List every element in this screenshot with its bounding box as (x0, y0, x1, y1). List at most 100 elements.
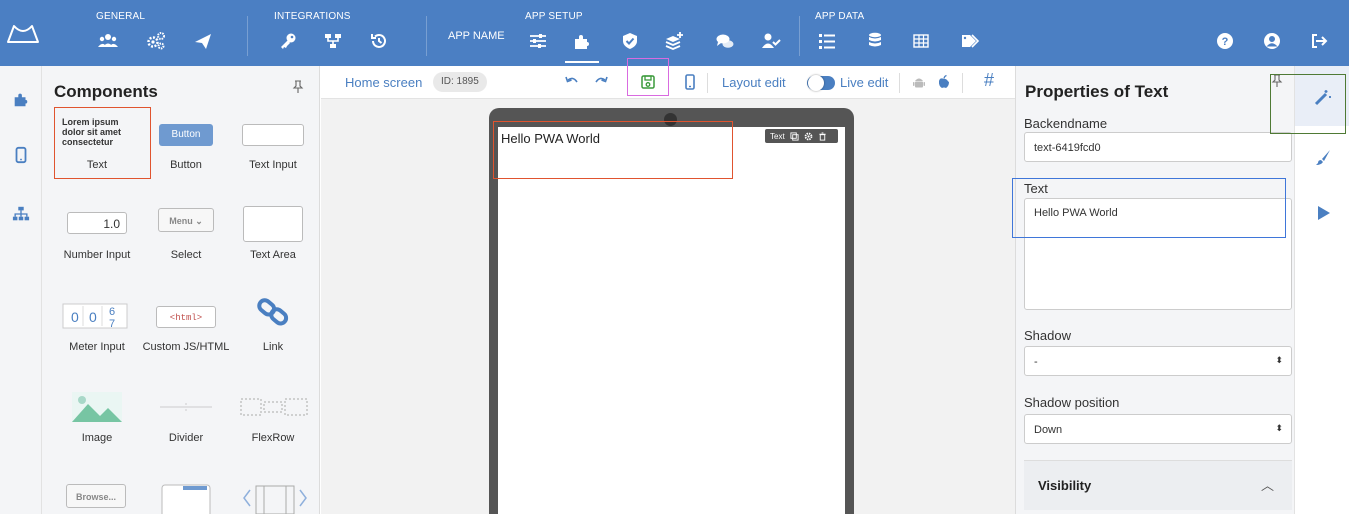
users-icon[interactable] (95, 28, 121, 54)
brush-icon[interactable] (1312, 146, 1334, 168)
components-title: Components (54, 82, 158, 101)
paper-plane-icon[interactable] (190, 28, 216, 54)
backendname-label: Backendname (1024, 116, 1108, 131)
trash-icon[interactable] (818, 131, 827, 141)
container-preview (161, 484, 211, 514)
component-button[interactable]: Button Button (141, 112, 231, 180)
component-custom-html[interactable]: <html> Custom JS/HTML (141, 302, 231, 370)
component-meter-input[interactable]: 0 0 6 7 Meter Input (52, 302, 142, 370)
app-name-link[interactable]: APP NAME (448, 30, 505, 42)
database-icon[interactable] (862, 28, 888, 54)
pin-icon[interactable] (292, 80, 304, 94)
browse-preview: Browse... (66, 484, 126, 508)
history-icon[interactable] (366, 28, 392, 54)
live-edit-label[interactable]: Live edit (840, 75, 888, 90)
mobile-preview-icon[interactable] (680, 72, 700, 92)
left-rail (0, 66, 42, 514)
list-icon[interactable] (814, 28, 840, 54)
component-divider[interactable]: Divider (141, 392, 231, 452)
undo-icon[interactable] (562, 72, 582, 92)
screen-name-link[interactable]: Home screen (345, 75, 422, 90)
puzzle-icon[interactable] (9, 87, 33, 111)
shadow-select[interactable]: - ⬍ (1024, 346, 1292, 376)
html-preview: <html> (156, 306, 216, 328)
tags-icon[interactable] (957, 28, 983, 54)
copy-icon[interactable] (790, 131, 799, 141)
nav-group-app-data: APP DATA (815, 11, 865, 22)
element-type-label: Text (770, 131, 785, 141)
table-icon[interactable] (908, 28, 934, 54)
component-image[interactable]: Image (52, 392, 142, 452)
chat-icon[interactable] (712, 28, 738, 54)
meter-preview: 0 0 6 7 (62, 302, 128, 330)
component-label: Button (170, 159, 202, 171)
shadow-value: - (1034, 356, 1038, 368)
component-link[interactable]: Link (228, 298, 318, 370)
component-carousel[interactable] (228, 480, 318, 514)
select-preview-text: Menu (169, 216, 193, 226)
logout-icon[interactable] (1306, 28, 1332, 54)
puzzle-icon[interactable] (569, 28, 595, 54)
sliders-icon[interactable] (525, 28, 551, 54)
gear-icon[interactable] (804, 132, 813, 141)
element-toolbar: Text (765, 129, 838, 143)
edit-mode-toggle[interactable] (807, 75, 835, 91)
active-tab-indicator (565, 61, 599, 63)
selected-element-highlight (493, 121, 733, 179)
component-label: Text Input (249, 159, 297, 171)
shadow-label: Shadow (1024, 328, 1071, 343)
nav-group-general: GENERAL (96, 11, 146, 22)
component-flexrow[interactable]: FlexRow (228, 392, 318, 452)
text-property-highlight (1012, 178, 1286, 238)
button-preview: Button (159, 124, 213, 146)
user-circle-icon[interactable] (1259, 28, 1285, 54)
gears-icon[interactable] (143, 28, 169, 54)
svg-text:0: 0 (71, 309, 79, 325)
divider-preview (156, 402, 216, 412)
hash-icon[interactable]: # (984, 70, 994, 91)
shadow-position-select[interactable]: Down ⬍ (1024, 414, 1292, 444)
sitemap-icon[interactable] (9, 202, 33, 226)
layout-edit-label[interactable]: Layout edit (722, 75, 786, 90)
play-icon[interactable] (1312, 202, 1334, 224)
backendname-field[interactable]: text-6419fcd0 (1024, 132, 1292, 162)
image-preview (72, 392, 122, 422)
component-file-upload[interactable]: Browse... (52, 480, 142, 514)
layers-plus-icon[interactable] (661, 28, 687, 54)
nav-divider (247, 16, 248, 56)
network-icon[interactable] (320, 28, 346, 54)
select-caret-icon: ⬍ (1275, 423, 1283, 433)
apple-icon[interactable] (934, 72, 954, 92)
visibility-section-header[interactable]: Visibility ︿ (1024, 460, 1292, 510)
shadow-position-value: Down (1034, 424, 1063, 436)
component-number-input[interactable]: 1.0 Number Input (52, 204, 142, 272)
component-label: Select (170, 249, 202, 261)
user-check-icon[interactable] (758, 28, 784, 54)
component-select[interactable]: Menu ⌄ Select (141, 204, 231, 272)
design-tab-highlight (1270, 74, 1346, 134)
component-text-area[interactable]: Text Area (228, 204, 318, 272)
component-label: Image (81, 432, 113, 444)
component-text-input[interactable]: Text Input (228, 112, 318, 180)
component-label: FlexRow (251, 432, 295, 444)
flexrow-preview (240, 396, 308, 418)
toolbar-divider (962, 73, 963, 93)
shield-icon[interactable] (617, 28, 643, 54)
carousel-preview (240, 482, 310, 514)
mobile-icon[interactable] (9, 143, 33, 167)
component-label: Divider (168, 432, 204, 444)
component-label: Link (262, 341, 284, 353)
selected-component-highlight (54, 107, 151, 179)
device-screen: Hello PWA World Text (498, 127, 845, 514)
mountain-logo[interactable] (6, 22, 40, 46)
help-icon[interactable]: ? (1212, 28, 1238, 54)
text-area-preview (243, 206, 303, 242)
redo-icon[interactable] (591, 72, 611, 92)
key-icon[interactable] (275, 28, 301, 54)
nav-group-app-setup: APP SETUP (525, 11, 583, 22)
svg-text:?: ? (1222, 36, 1229, 48)
components-panel: Components Lorem ipsum dolor sit amet co… (42, 66, 320, 514)
component-label: Custom JS/HTML (142, 341, 230, 353)
android-icon[interactable] (909, 72, 929, 92)
component-container[interactable] (141, 480, 231, 514)
